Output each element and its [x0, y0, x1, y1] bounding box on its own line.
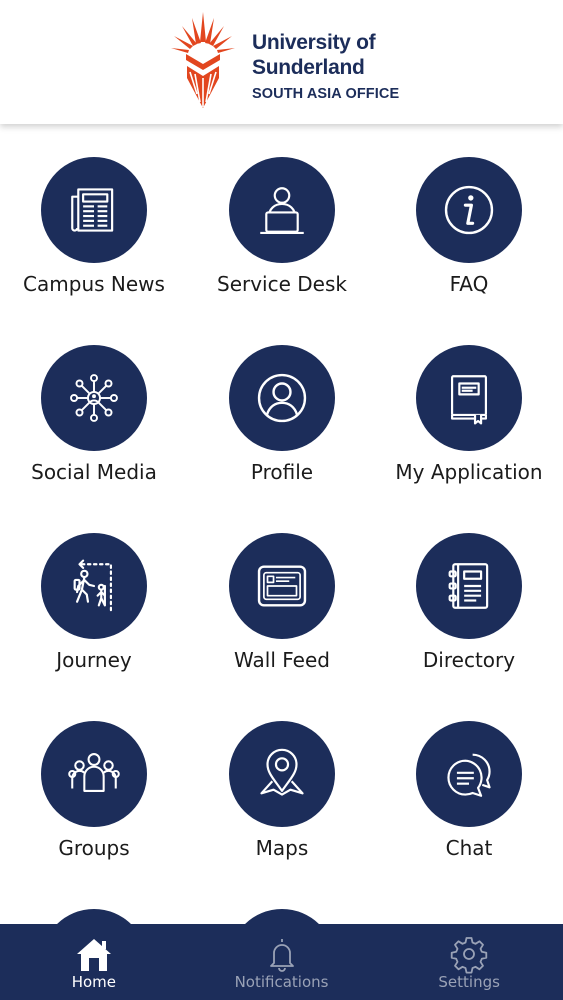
tile-label: Campus News	[23, 272, 165, 296]
logo-line-sunderland: Sunderland	[252, 56, 365, 79]
tile-campus-news[interactable]: Campus News	[0, 124, 188, 296]
service-desk-icon	[260, 187, 304, 235]
chat-bubbles-icon	[447, 753, 491, 797]
tile-circle	[229, 345, 335, 451]
tile-profile[interactable]: Profile	[188, 312, 376, 484]
bell-icon	[269, 939, 294, 972]
logo-line-south-asia-office: SOUTH ASIA OFFICE	[252, 86, 400, 102]
tile-label: Social Media	[31, 460, 157, 484]
tile-circle	[41, 909, 147, 924]
tile-circle	[229, 157, 335, 263]
tile-circle	[416, 345, 522, 451]
journey-icon	[73, 559, 113, 612]
tile-circle	[416, 533, 522, 639]
tab-label: Notifications	[234, 973, 329, 991]
tile-label: My Application	[395, 460, 543, 484]
tile-label: Service Desk	[217, 272, 347, 296]
tab-settings[interactable]: Settings	[375, 924, 563, 1000]
tile-my-application[interactable]: My Application	[375, 312, 563, 484]
home-menu-grid: Campus News Service Desk FAQ Social Medi…	[0, 124, 563, 924]
tile-directory[interactable]: Directory	[375, 500, 563, 672]
tile-social-media[interactable]: Social Media	[0, 312, 188, 484]
tile-journey[interactable]: Journey	[0, 500, 188, 672]
app-header: University of Sunderland SOUTH ASIA OFFI…	[0, 0, 563, 124]
wall-feed-icon	[257, 565, 307, 607]
tile-groups[interactable]: Groups	[0, 688, 188, 860]
tile-label: FAQ	[449, 272, 489, 296]
tab-notifications[interactable]: Notifications	[188, 924, 376, 1000]
tab-label: Home	[71, 973, 116, 991]
tile-label: Groups	[58, 836, 130, 860]
tile-label: Directory	[422, 648, 516, 672]
tile-circle	[229, 533, 335, 639]
tile-partial[interactable]	[0, 876, 188, 924]
tile-label: Maps	[255, 836, 309, 860]
gear-icon	[450, 937, 488, 974]
tile-label: Chat	[445, 836, 493, 860]
info-icon	[444, 185, 494, 235]
tile-circle	[41, 157, 147, 263]
tile-circle	[416, 721, 522, 827]
bottom-tab-bar: Home Notifications Settings	[0, 924, 563, 1000]
tile-circle	[229, 721, 335, 827]
tile-wall-feed[interactable]: Wall Feed	[188, 500, 376, 672]
tile-faq[interactable]: FAQ	[375, 124, 563, 296]
map-pin-icon	[260, 748, 304, 796]
home-icon	[76, 939, 111, 971]
tab-label: Settings	[438, 973, 500, 991]
tile-circle	[416, 157, 522, 263]
tile-maps[interactable]: Maps	[188, 688, 376, 860]
tile-label: Journey	[56, 648, 132, 672]
user-profile-icon	[257, 373, 307, 423]
tile-service-desk[interactable]: Service Desk	[188, 124, 376, 296]
newspaper-icon	[71, 188, 114, 232]
tile-chat[interactable]: Chat	[375, 688, 563, 860]
groups-icon	[68, 753, 120, 792]
tile-circle	[41, 345, 147, 451]
tile-partial[interactable]	[188, 876, 376, 924]
tile-circle	[41, 533, 147, 639]
tile-circle	[229, 909, 335, 924]
tile-circle	[41, 721, 147, 827]
tile-label: Wall Feed	[234, 648, 330, 672]
directory-icon	[448, 563, 489, 609]
social-network-icon	[70, 374, 118, 422]
tab-home[interactable]: Home	[0, 924, 188, 1000]
university-logo-icon	[171, 12, 235, 108]
logo-line-university-of: University of	[252, 31, 376, 54]
tile-label: Profile	[250, 460, 314, 484]
university-logo-text: University of Sunderland SOUTH ASIA OFFI…	[252, 30, 399, 104]
book-icon	[450, 375, 488, 425]
